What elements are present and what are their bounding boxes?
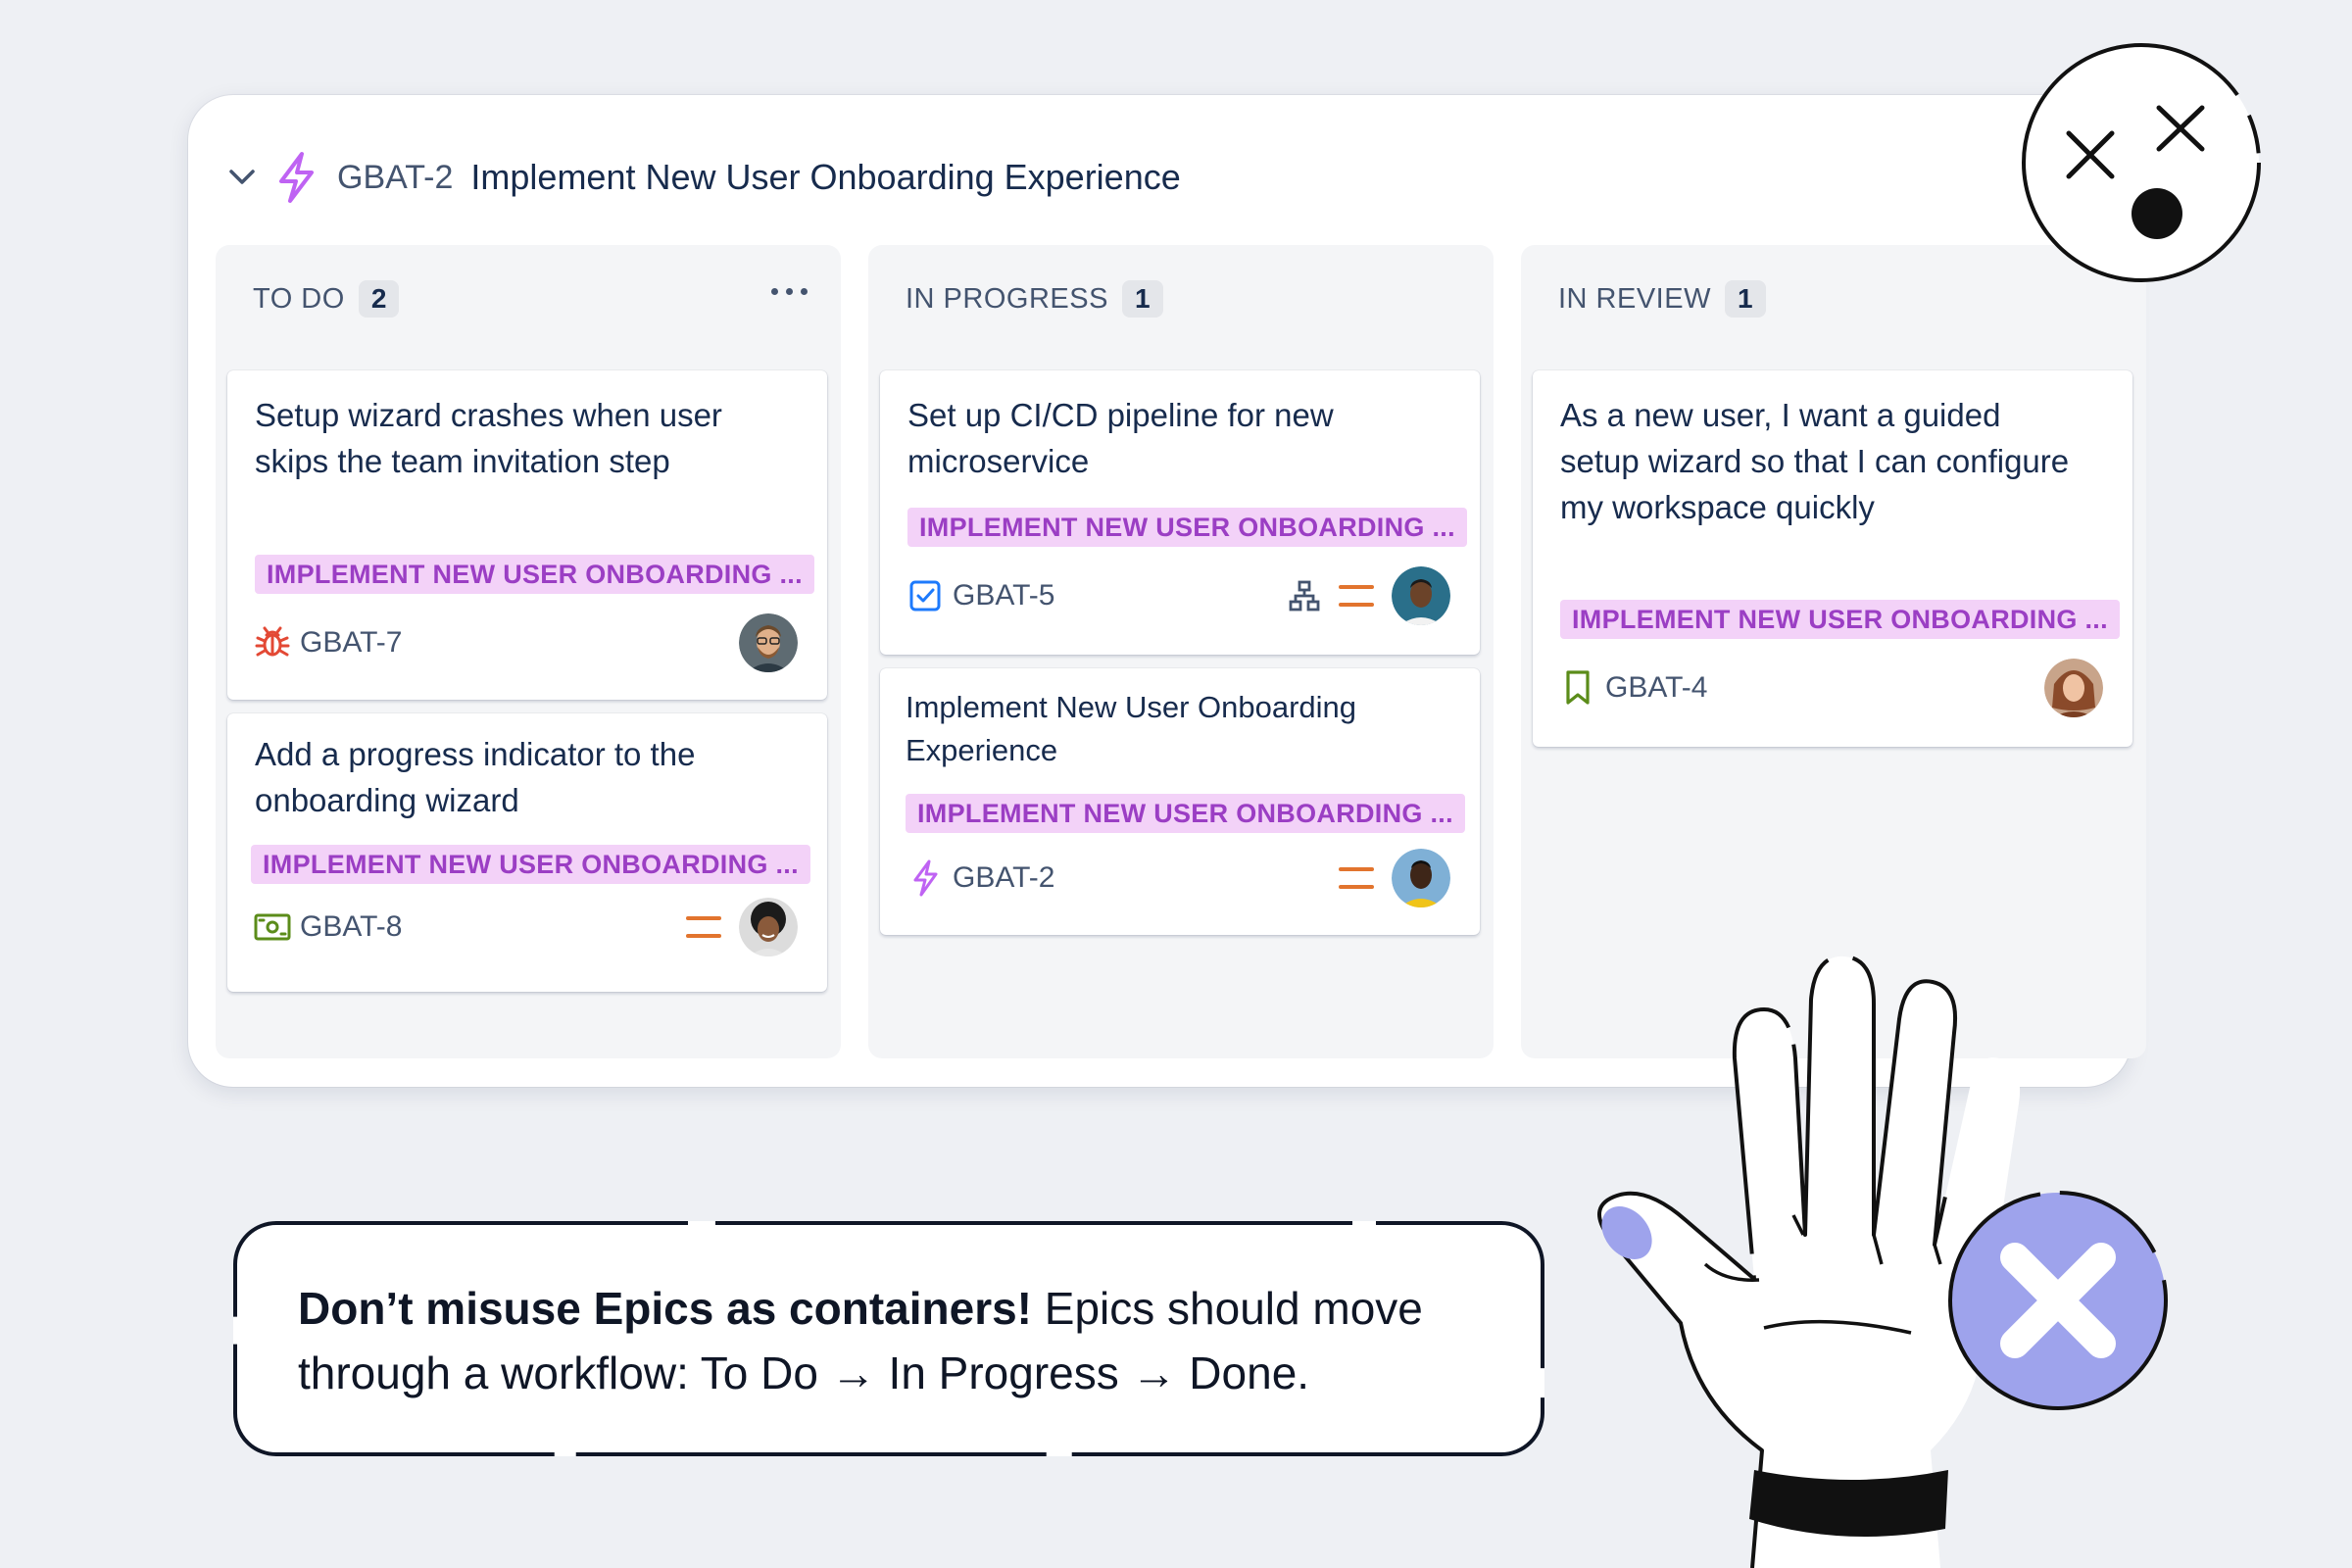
epic-lightning-icon bbox=[272, 150, 319, 205]
column-name: IN REVIEW bbox=[1558, 282, 1711, 315]
task-checkbox-icon bbox=[906, 576, 945, 615]
avatar[interactable] bbox=[739, 613, 798, 672]
issue-card[interactable]: Add a progress indicator to the onboardi… bbox=[227, 713, 827, 992]
card-title: Set up CI/CD pipeline for new microservi… bbox=[907, 397, 1334, 479]
column-name: IN PROGRESS bbox=[906, 282, 1108, 315]
issue-key[interactable]: GBAT-7 bbox=[300, 626, 402, 660]
card-title: Add a progress indicator to the onboardi… bbox=[255, 736, 696, 818]
tip-text: Don’t misuse Epics as containers! Epics … bbox=[298, 1276, 1503, 1405]
column-count: 2 bbox=[358, 280, 400, 318]
issue-card[interactable]: Implement New User Onboarding Experience… bbox=[880, 668, 1480, 935]
priority-medium-icon bbox=[1339, 585, 1374, 607]
card-title: Implement New User Onboarding Experience bbox=[906, 690, 1357, 767]
card-title: As a new user, I want a guided setup wiz… bbox=[1560, 397, 2070, 525]
column-name: TO DO bbox=[253, 282, 345, 315]
priority-medium-icon bbox=[686, 916, 721, 938]
priority-medium-icon bbox=[1339, 867, 1374, 889]
epic-lozenge[interactable]: IMPLEMENT NEW USER ONBOARDING ... bbox=[907, 508, 1467, 547]
issue-key[interactable]: GBAT-2 bbox=[953, 861, 1054, 895]
epic-lozenge[interactable]: IMPLEMENT NEW USER ONBOARDING ... bbox=[255, 555, 814, 594]
issue-card[interactable]: Setup wizard crashes when user skips the… bbox=[227, 370, 827, 700]
epic-header: GBAT-2 Implement New User Onboarding Exp… bbox=[225, 145, 1181, 210]
story-bookmark-icon bbox=[1558, 668, 1597, 708]
avatar[interactable] bbox=[1392, 566, 1450, 625]
column-count: 1 bbox=[1121, 280, 1163, 318]
more-actions-icon[interactable] bbox=[765, 282, 813, 301]
epic-key[interactable]: GBAT-2 bbox=[337, 159, 453, 197]
chevron-down-icon[interactable] bbox=[225, 161, 259, 194]
epic-lozenge[interactable]: IMPLEMENT NEW USER ONBOARDING ... bbox=[251, 845, 810, 884]
avatar[interactable] bbox=[1392, 849, 1450, 907]
issue-key[interactable]: GBAT-5 bbox=[953, 579, 1054, 612]
dizzy-face-icon bbox=[2022, 43, 2261, 282]
column-in-progress: IN PROGRESS 1 Set up CI/CD pipeline for … bbox=[868, 245, 1494, 1058]
column-count: 1 bbox=[1724, 280, 1766, 318]
subtasks-icon bbox=[1288, 579, 1321, 612]
epic-lightning-icon bbox=[906, 858, 945, 898]
stop-hand-icon bbox=[1597, 954, 2168, 1568]
avatar[interactable] bbox=[2044, 659, 2103, 717]
bug-icon bbox=[253, 623, 292, 662]
epic-title[interactable]: Implement New User Onboarding Experience bbox=[470, 157, 1180, 198]
issue-card[interactable]: As a new user, I want a guided setup wiz… bbox=[1533, 370, 2132, 747]
tip-bold: Don’t misuse Epics as containers! bbox=[298, 1283, 1033, 1334]
task-money-icon bbox=[253, 907, 292, 947]
card-title: Setup wizard crashes when user skips the… bbox=[255, 397, 722, 479]
issue-key[interactable]: GBAT-4 bbox=[1605, 671, 1707, 705]
epic-lozenge[interactable]: IMPLEMENT NEW USER ONBOARDING ... bbox=[906, 794, 1465, 833]
column-to-do: TO DO 2 Setup wizard crashes when user s… bbox=[216, 245, 841, 1058]
issue-card[interactable]: Set up CI/CD pipeline for new microservi… bbox=[880, 370, 1480, 655]
tip-callout: Don’t misuse Epics as containers! Epics … bbox=[233, 1221, 1544, 1456]
avatar[interactable] bbox=[739, 898, 798, 956]
issue-key[interactable]: GBAT-8 bbox=[300, 910, 402, 944]
column-in-review: IN REVIEW 1 As a new user, I want a guid… bbox=[1521, 245, 2146, 1058]
epic-lozenge[interactable]: IMPLEMENT NEW USER ONBOARDING ... bbox=[1560, 600, 2120, 639]
